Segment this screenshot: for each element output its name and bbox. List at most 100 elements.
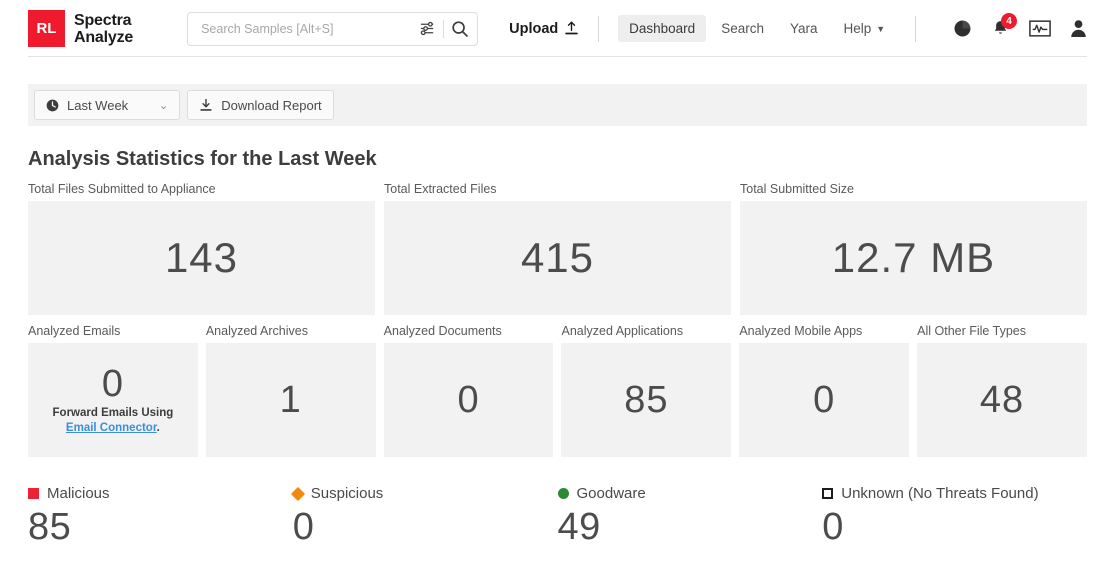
download-report-label: Download Report	[221, 97, 322, 113]
stat-value: 0	[101, 362, 124, 405]
logo-mark-left: Я	[36, 20, 48, 37]
main-nav: Dashboard Search Yara Help ▼	[618, 15, 896, 42]
stat-label: Total Extracted Files	[384, 182, 497, 196]
nav-label-yara: Yara	[789, 21, 818, 36]
stat-block-submitted-size: Total Submitted Size 12.7 MB	[740, 182, 1087, 315]
goodware-marker-icon	[557, 488, 569, 499]
classification-header: Goodware	[557, 485, 823, 502]
app-logo[interactable]: ЯL Spectra Analyze	[28, 10, 133, 47]
stat-block-analyzed-emails: Analyzed Emails 0 Forward Emails Using E…	[28, 324, 198, 457]
nav-label-dashboard: Dashboard	[629, 21, 696, 36]
nav-item-dashboard[interactable]: Dashboard	[618, 15, 707, 42]
stat-label: Total Submitted Size	[740, 182, 854, 196]
reversinglabs-logo-icon: ЯL	[28, 10, 65, 47]
search-input[interactable]	[201, 21, 420, 36]
classification-summary-row: Malicious 85 Suspicious 0 Goodware 49 Un…	[28, 485, 1087, 548]
stat-label: Analyzed Documents	[383, 324, 502, 338]
page-title: Analysis Statistics for the Last Week	[28, 148, 377, 170]
stat-card: 143	[28, 201, 375, 315]
system-health-monitor-icon[interactable]	[1029, 20, 1051, 37]
classification-label: Malicious	[47, 485, 110, 502]
stat-label: Analyzed Archives	[205, 324, 308, 338]
stat-card: 415	[384, 201, 731, 315]
header-bottom-divider	[28, 56, 1087, 57]
stat-value: 85	[624, 379, 669, 421]
stat-block-analyzed-archives: Analyzed Archives 1	[205, 324, 376, 457]
header-icon-group: 4	[953, 13, 1087, 38]
stat-block-analyzed-applications: Analyzed Applications 85	[561, 324, 732, 457]
chevron-down-icon: ▼	[876, 23, 886, 34]
stat-card: 0 Forward Emails Using Email Connector.	[28, 343, 198, 457]
notifications-button[interactable]: 4	[991, 13, 1018, 38]
classification-label: Unknown (No Threats Found)	[841, 485, 1039, 502]
stat-label: Total Files Submitted to Appliance	[28, 182, 216, 196]
classification-value: 49	[557, 506, 601, 548]
header-divider-2	[915, 15, 917, 42]
date-range-dropdown[interactable]: Last Week ⌄	[34, 90, 181, 120]
nav-item-yara[interactable]: Yara	[779, 15, 829, 42]
nav-item-search[interactable]: Search	[710, 15, 775, 42]
stat-card: 48	[917, 343, 1087, 457]
stat-block-total-files: Total Files Submitted to Appliance 143	[28, 182, 375, 315]
stat-block-analyzed-documents: Analyzed Documents 0	[383, 324, 554, 457]
malicious-marker-icon	[28, 488, 39, 499]
app-header: ЯL Spectra Analyze Upload	[0, 0, 1115, 57]
upload-icon	[565, 21, 579, 35]
stat-value: 0	[813, 379, 836, 421]
email-connector-link[interactable]: Email Connector	[66, 422, 157, 434]
filter-sliders-icon[interactable]	[419, 20, 436, 37]
classification-value: 85	[28, 506, 72, 548]
stat-value: 48	[979, 379, 1025, 421]
stat-value: 0	[457, 379, 480, 421]
logo-text: Spectra Analyze	[74, 12, 133, 46]
download-report-button[interactable]: Download Report	[187, 90, 334, 120]
email-note-suffix: .	[156, 421, 160, 434]
upload-button[interactable]: Upload	[509, 21, 579, 37]
stat-card: 0	[383, 343, 554, 457]
search-divider	[443, 19, 445, 38]
stat-value: 1	[279, 379, 302, 421]
stat-value: 143	[164, 234, 239, 281]
stat-value: 12.7 MB	[831, 234, 996, 281]
classification-label: Suspicious	[310, 485, 384, 502]
stat-block-extracted-files: Total Extracted Files 415	[384, 182, 731, 315]
suspicious-marker-icon	[290, 486, 305, 501]
filter-toolbar: Last Week ⌄ Download Report	[28, 84, 1087, 126]
pie-chart-icon[interactable]	[953, 19, 972, 38]
nav-label-search: Search	[721, 21, 764, 36]
stat-card: 0	[739, 343, 910, 457]
classification-value: 0	[822, 506, 844, 548]
nav-item-help[interactable]: Help ▼	[832, 15, 896, 42]
stat-value: 415	[520, 234, 595, 281]
unknown-marker-icon	[822, 488, 834, 499]
header-divider-1	[598, 15, 600, 42]
stat-label: Analyzed Mobile Apps	[739, 324, 863, 338]
main-content: Analysis Statistics for the Last Week To…	[0, 148, 1115, 548]
date-range-value: Last Week	[67, 97, 129, 113]
classification-header: Unknown (No Threats Found)	[822, 485, 1087, 502]
clock-icon	[46, 99, 59, 111]
search-box[interactable]	[187, 11, 479, 46]
stat-block-analyzed-mobile-apps: Analyzed Mobile Apps 0	[739, 324, 910, 457]
search-icon[interactable]	[451, 20, 469, 38]
classification-malicious: Malicious 85	[28, 485, 293, 548]
stat-label: Analyzed Applications	[561, 324, 684, 338]
classification-value: 0	[292, 506, 315, 548]
email-connector-note: Forward Emails Using Email Connector.	[53, 406, 174, 436]
logo-line-1: Spectra	[74, 11, 132, 29]
classification-label: Goodware	[576, 485, 646, 502]
email-note-prefix: Forward Emails Using	[52, 406, 174, 419]
stat-card: 12.7 MB	[740, 201, 1087, 315]
nav-label-help: Help	[843, 21, 872, 36]
upload-label: Upload	[509, 20, 559, 37]
summary-cards-row-2: Analyzed Emails 0 Forward Emails Using E…	[28, 324, 1087, 457]
stat-block-all-other-file-types: All Other File Types 48	[917, 324, 1087, 457]
logo-line-2: Analyze	[74, 28, 134, 46]
stat-card: 1	[205, 343, 376, 457]
stat-card: 85	[561, 343, 732, 457]
classification-suspicious: Suspicious 0	[290, 485, 558, 548]
notification-badge: 4	[1001, 13, 1018, 29]
user-avatar-icon[interactable]	[1070, 19, 1087, 38]
classification-header: Suspicious	[290, 485, 558, 502]
stat-label: All Other File Types	[917, 324, 1026, 338]
